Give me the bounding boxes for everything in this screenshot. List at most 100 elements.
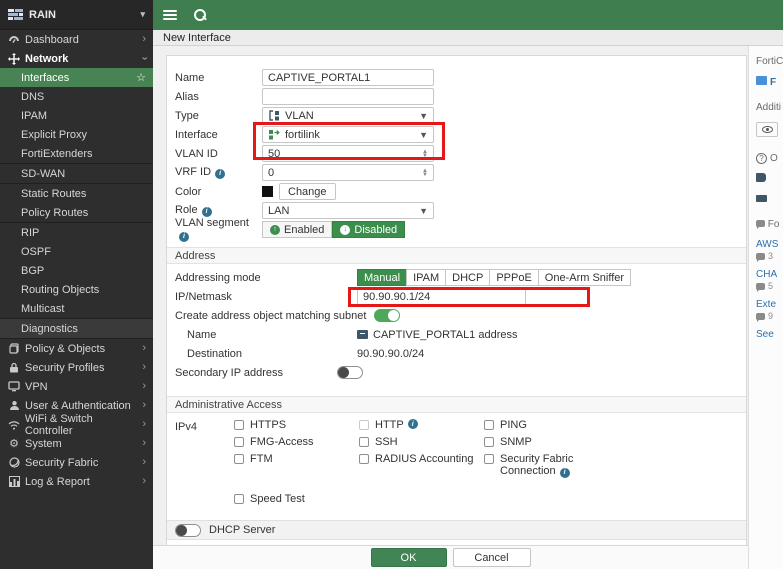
sidebar-item-policy-objects[interactable]: Policy & Objects › <box>0 339 153 358</box>
preview-button[interactable] <box>756 122 783 137</box>
spinner-arrows[interactable]: ▲ ▼ <box>418 168 428 178</box>
vlan-segment-disabled-button[interactable]: ↓ Disabled <box>332 221 406 238</box>
favorite-star-icon[interactable]: ☆ <box>136 71 146 84</box>
forum-thread-link[interactable]: CHA <box>756 269 783 280</box>
sidebar-item-system[interactable]: ⚙ System › <box>0 434 153 453</box>
dhcp-server-bar: DHCP Server <box>167 520 746 540</box>
color-swatch[interactable] <box>262 186 273 197</box>
sidebar-item-vpn[interactable]: VPN › <box>0 377 153 396</box>
thread-comment-count: 3 <box>756 251 783 262</box>
online-help-link[interactable]: ? O <box>756 153 783 164</box>
checkbox-box[interactable] <box>359 454 369 464</box>
documentation-link[interactable] <box>756 173 783 185</box>
checkbox-box[interactable] <box>359 437 369 447</box>
forum-thread-link[interactable]: AWS <box>756 239 783 250</box>
fortilink-interface-icon <box>268 129 280 140</box>
checkbox-box[interactable] <box>234 420 244 430</box>
info-icon: i <box>201 206 212 217</box>
create-address-object-toggle[interactable] <box>374 309 401 322</box>
vdom-selector[interactable]: RAIN ▾ <box>0 0 153 30</box>
alias-input[interactable] <box>262 88 434 105</box>
eye-icon <box>761 126 773 133</box>
vdom-title: RAIN <box>29 8 56 21</box>
info-icon: i <box>215 168 226 179</box>
menu-hamburger-icon[interactable] <box>163 10 177 20</box>
checkbox-speed-test[interactable]: Speed Test <box>234 493 359 510</box>
forum-thread-link[interactable]: Exte <box>756 299 783 310</box>
video-tutorials-link[interactable] <box>756 194 783 205</box>
form-row-vlan-segment: VLAN segmenti ↑ Enabled ↓ Disabled <box>167 217 746 242</box>
name-input[interactable]: CAPTIVE_PORTAL1 <box>262 69 434 86</box>
checkbox-box[interactable] <box>484 454 494 464</box>
sidebar-item-sd-wan[interactable]: SD-WAN <box>0 164 153 183</box>
checkbox-radius-accounting[interactable]: RADIUS Accounting <box>359 453 484 470</box>
form-row-ip-netmask: IP/Netmask 90.90.90.1/24 <box>167 287 746 306</box>
mode-ipam-button[interactable]: IPAM <box>406 269 447 286</box>
checkbox-box[interactable] <box>234 437 244 447</box>
checkbox-ssh[interactable]: SSH <box>359 436 484 453</box>
sidebar-item-log-report[interactable]: Log & Report › <box>0 472 153 491</box>
form-row-secondary-ip: Secondary IP address <box>167 363 746 382</box>
change-color-button[interactable]: Change <box>279 183 336 200</box>
sidebar-item-ipam[interactable]: IPAM <box>0 106 153 125</box>
sidebar-item-wifi-switch-controller[interactable]: WiFi & Switch Controller › <box>0 413 153 437</box>
sidebar-item-policy-routes[interactable]: Policy Routes <box>0 203 153 222</box>
sidebar-item-rip[interactable]: RIP <box>0 223 153 242</box>
cancel-button[interactable]: Cancel <box>452 548 531 567</box>
sidebar-item-interfaces[interactable]: Interfaces ☆ <box>0 68 153 87</box>
sidebar-item-dashboard[interactable]: Dashboard › <box>0 30 153 49</box>
forticare-link[interactable]: F <box>756 76 783 88</box>
checkbox-https[interactable]: HTTPS <box>234 419 359 436</box>
sidebar-item-network[interactable]: Network › <box>0 49 153 68</box>
secondary-ip-toggle[interactable] <box>337 366 363 379</box>
form-row-name: Name CAPTIVE_PORTAL1 <box>167 68 746 87</box>
form-row-vlan-id: VLAN ID 50 ▲ ▼ <box>167 144 746 163</box>
role-select[interactable]: LAN ▼ <box>262 202 434 219</box>
sidebar-item-fortiextenders[interactable]: FortiExtenders <box>0 144 153 163</box>
user-icon <box>7 400 21 411</box>
sidebar-item-static-routes[interactable]: Static Routes <box>0 184 153 203</box>
ipv4-access-grid: IPv4 HTTPS FMG-Access FTM Speed Test HTT… <box>167 419 746 510</box>
sidebar-item-explicit-proxy[interactable]: Explicit Proxy <box>0 125 153 144</box>
checkbox-box[interactable] <box>234 494 244 504</box>
checkbox-box[interactable] <box>484 437 494 447</box>
fabric-globe-icon <box>7 457 21 468</box>
sidebar-item-routing-objects[interactable]: Routing Objects <box>0 280 153 299</box>
mode-pppoe-button[interactable]: PPPoE <box>489 269 539 286</box>
checkbox-box[interactable] <box>234 454 244 464</box>
mode-one-arm-sniffer-button[interactable]: One-Arm Sniffer <box>537 269 632 286</box>
interface-select[interactable]: fortilink ▼ <box>262 126 434 143</box>
mode-manual-button[interactable]: Manual <box>357 269 408 286</box>
search-icon[interactable] <box>193 8 207 22</box>
checkbox-fmg-access[interactable]: FMG-Access <box>234 436 359 453</box>
chevron-down-icon: ▼ <box>419 205 428 216</box>
thread-comment-count: 5 <box>756 281 783 292</box>
checkbox-snmp[interactable]: SNMP <box>484 436 576 453</box>
checkbox-security-fabric-connection[interactable]: Security Fabric Connection i <box>484 453 576 478</box>
spinner-arrows[interactable]: ▲ ▼ <box>418 149 428 159</box>
sidebar-item-diagnostics[interactable]: Diagnostics <box>0 319 153 338</box>
checkbox-box[interactable] <box>359 420 369 430</box>
checkbox-box[interactable] <box>484 420 494 430</box>
see-more-link[interactable]: See <box>756 329 783 340</box>
sidebar-item-dns[interactable]: DNS <box>0 87 153 106</box>
sidebar-item-security-fabric[interactable]: Security Fabric › <box>0 453 153 472</box>
dhcp-server-toggle[interactable] <box>175 523 201 537</box>
checkbox-ftm[interactable]: FTM <box>234 453 359 470</box>
checkbox-http[interactable]: HTTP i <box>359 419 484 436</box>
vlan-id-input[interactable]: 50 ▲ ▼ <box>262 145 434 162</box>
type-select[interactable]: VLAN ▼ <box>262 107 434 124</box>
top-navbar <box>153 0 783 30</box>
ok-button[interactable]: OK <box>370 548 447 567</box>
vlan-segment-enabled-button[interactable]: ↑ Enabled <box>262 221 333 238</box>
info-icon: i <box>179 231 189 242</box>
mode-dhcp-button[interactable]: DHCP <box>445 269 491 286</box>
vrf-id-input[interactable]: 0 ▲ ▼ <box>262 164 434 181</box>
chevron-down-icon: ▼ <box>419 110 428 121</box>
sidebar-item-multicast[interactable]: Multicast <box>0 299 153 318</box>
ip-netmask-input[interactable]: 90.90.90.1/24 <box>357 288 526 305</box>
sidebar-item-ospf[interactable]: OSPF <box>0 242 153 261</box>
sidebar-item-bgp[interactable]: BGP <box>0 261 153 280</box>
sidebar-item-security-profiles[interactable]: Security Profiles › <box>0 358 153 377</box>
checkbox-ping[interactable]: PING <box>484 419 576 436</box>
